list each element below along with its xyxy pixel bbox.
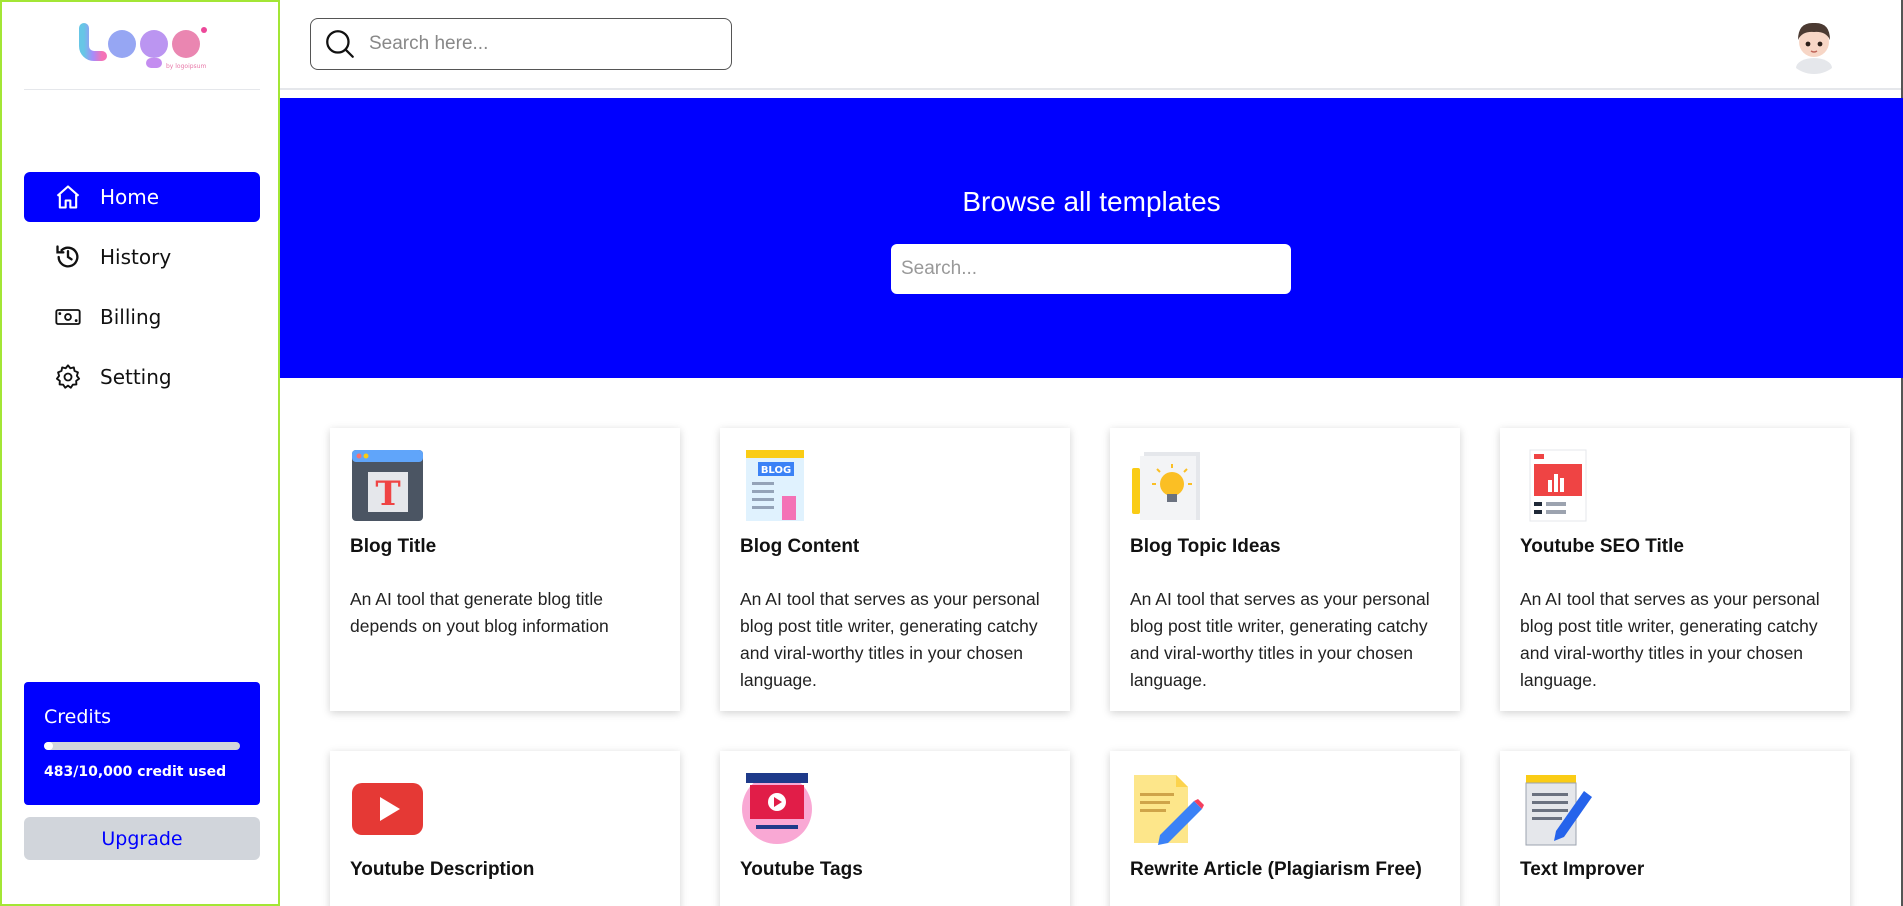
avatar-image: [1784, 14, 1844, 74]
top-search-box[interactable]: [310, 18, 732, 70]
lightbulb-icon: [1132, 452, 1200, 520]
template-title: Blog Topic Ideas: [1130, 536, 1281, 557]
credits-progress-bar: [44, 742, 240, 750]
nav-item-home[interactable]: Home: [24, 172, 260, 222]
nav-label-setting: Setting: [100, 365, 172, 389]
credits-used-text: 483/10,000 credit used: [44, 764, 227, 780]
svg-text:T: T: [375, 474, 400, 514]
template-description: An AI tool that serves as your personal …: [1130, 589, 1430, 690]
notepad-pen-icon: [1525, 775, 1592, 846]
template-title: Youtube Tags: [740, 859, 863, 880]
template-description: An AI tool that serves as your personal …: [1520, 589, 1820, 690]
nav-item-setting[interactable]: Setting: [24, 352, 260, 402]
gear-icon: [52, 361, 84, 393]
nav-item-billing[interactable]: Billing: [24, 292, 260, 342]
video-tags-icon: [742, 773, 812, 844]
credits-panel: Credits 483/10,000 credit used: [24, 682, 260, 805]
template-search-box[interactable]: [891, 244, 1291, 294]
history-icon: [52, 241, 84, 273]
template-card[interactable]: T Blog Title An AI tool that generate bl…: [330, 428, 680, 711]
template-card[interactable]: Text Improver: [1500, 751, 1850, 906]
template-card[interactable]: Youtube Tags: [720, 751, 1070, 906]
youtube-seo-icon: [1529, 449, 1587, 522]
template-title: Rewrite Article (Plagiarism Free): [1130, 859, 1422, 880]
home-icon: [52, 181, 84, 213]
template-card[interactable]: Youtube Description: [330, 751, 680, 906]
svg-text:BLOG: BLOG: [761, 465, 791, 476]
template-card[interactable]: Youtube SEO Title An AI tool that serves…: [1500, 428, 1850, 711]
template-title: Text Improver: [1520, 859, 1645, 880]
nav-label-history: History: [100, 245, 172, 269]
credits-title: Credits: [44, 706, 112, 728]
banner-title: Browse all templates: [962, 186, 1221, 217]
billing-icon: [52, 301, 84, 333]
nav-label-home: Home: [100, 185, 160, 209]
blog-title-icon: T: [352, 450, 423, 521]
nav-item-history[interactable]: History: [24, 232, 260, 282]
top-header: [280, 0, 1903, 90]
template-card[interactable]: Rewrite Article (Plagiarism Free): [1110, 751, 1460, 906]
credits-progress-fill: [44, 742, 54, 750]
app-root: by logoipsum Home History Billing Settin…: [0, 0, 1903, 906]
logo-area: by logoipsum: [24, 20, 260, 90]
rewrite-icon: [1134, 775, 1204, 845]
upgrade-button[interactable]: Upgrade: [24, 817, 260, 860]
template-title: Youtube Description: [350, 859, 535, 880]
blog-content-icon: BLOG: [746, 450, 804, 521]
logo-image: by logoipsum: [79, 23, 207, 70]
template-title: Youtube SEO Title: [1520, 536, 1684, 557]
nav-label-billing: Billing: [100, 305, 162, 329]
youtube-icon: [352, 783, 423, 835]
template-card[interactable]: Blog Topic Ideas An AI tool that serves …: [1110, 428, 1460, 711]
template-title: Blog Title: [350, 536, 437, 557]
template-card[interactable]: BLOG Blog Content An AI tool that serves…: [720, 428, 1070, 711]
template-description: An AI tool that generate blog title depe…: [350, 589, 609, 636]
search-icon: [326, 30, 354, 58]
template-search-input[interactable]: [901, 258, 1281, 280]
svg-text:by logoipsum: by logoipsum: [166, 63, 206, 70]
templates-banner: Browse all templates: [280, 98, 1903, 378]
top-search-input[interactable]: [369, 33, 709, 55]
sidebar: by logoipsum Home History Billing Settin…: [0, 0, 280, 906]
avatar[interactable]: [1784, 14, 1844, 74]
template-description: An AI tool that serves as your personal …: [740, 589, 1040, 690]
template-title: Blog Content: [740, 536, 860, 557]
